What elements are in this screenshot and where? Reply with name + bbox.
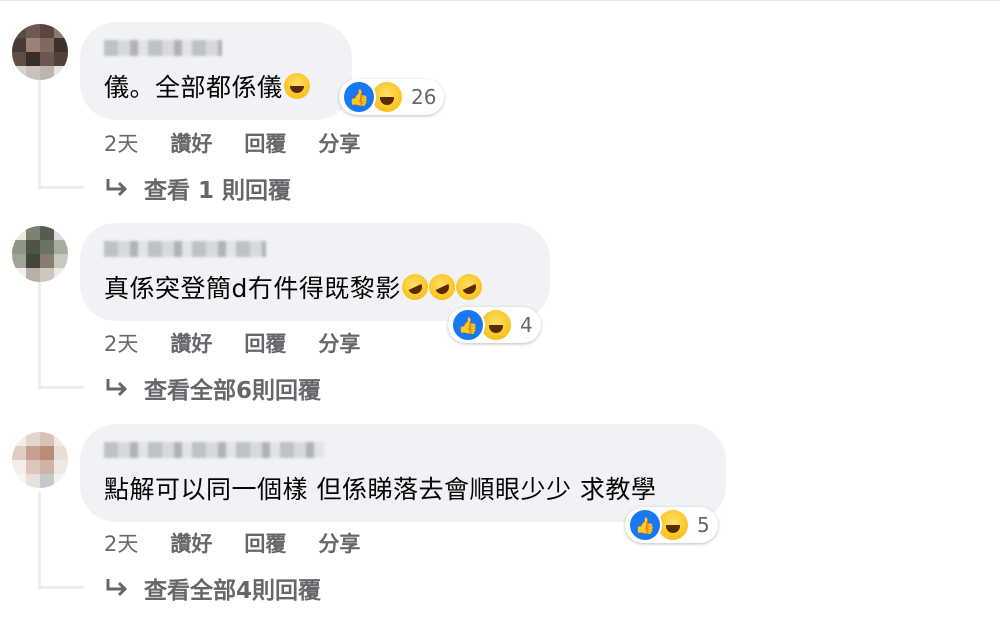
share-button[interactable]: 分享 — [318, 328, 360, 358]
comment-body: 真係突登簡d冇件得既黎影 — [104, 274, 401, 303]
rofl-emoji-icon — [424, 269, 460, 305]
view-replies-label: 查看 1 則回覆 — [144, 178, 292, 204]
like-icon: 👍 — [342, 80, 376, 114]
view-replies-link[interactable]: 查看全部4則回覆 — [104, 571, 321, 605]
comment-time[interactable]: 2天 — [104, 528, 138, 558]
comment-time[interactable]: 2天 — [104, 328, 138, 358]
thread-line — [38, 282, 41, 390]
comment-bubble: 儀。全部都係儀 — [80, 22, 352, 120]
reply-button[interactable]: 回覆 — [244, 528, 286, 558]
laughing-emoji-icon — [283, 73, 310, 99]
reaction-summary[interactable]: 👍 5 — [625, 507, 718, 543]
thread-line — [38, 492, 41, 590]
like-button[interactable]: 讚好 — [170, 128, 212, 158]
view-replies-label: 查看全部6則回覆 — [144, 378, 322, 404]
reaction-summary[interactable]: 👍 4 — [448, 307, 541, 343]
reply-button[interactable]: 回覆 — [244, 328, 286, 358]
view-replies-link[interactable]: 查看全部6則回覆 — [104, 371, 321, 405]
avatar[interactable] — [12, 226, 68, 282]
comment-text: 儀。全部都係儀 — [104, 72, 310, 104]
avatar[interactable] — [12, 432, 68, 488]
thread-line — [38, 386, 84, 389]
thread-line — [38, 586, 84, 589]
reply-arrow-icon — [106, 379, 128, 397]
reaction-summary[interactable]: 👍 26 — [339, 79, 445, 115]
rofl-emoji-icon — [397, 269, 433, 305]
commenter-name-blurred[interactable] — [104, 40, 222, 56]
comment-body: 點解可以同一個樣 但係睇落去會順眼少少 求教學 — [104, 475, 657, 504]
comment-text: 真係突登簡d冇件得既黎影 — [104, 269, 487, 305]
reply-arrow-icon — [106, 179, 128, 197]
comment-actions: 2天 讚好 回覆 分享 — [104, 128, 392, 158]
comment-time[interactable]: 2天 — [104, 128, 138, 158]
reply-button[interactable]: 回覆 — [244, 128, 286, 158]
comment-actions: 2天 讚好 回覆 分享 — [104, 328, 392, 358]
like-icon: 👍 — [628, 508, 662, 542]
comment-bubble: 點解可以同一個樣 但係睇落去會順眼少少 求教學 — [80, 424, 726, 522]
commenter-name-blurred[interactable] — [104, 442, 324, 458]
view-replies-label: 查看全部4則回覆 — [144, 578, 322, 604]
thread-line — [38, 186, 84, 189]
comment-body: 儀。全部都係儀 — [104, 73, 283, 102]
rofl-emoji-icon — [451, 269, 487, 305]
share-button[interactable]: 分享 — [318, 128, 360, 158]
reaction-count: 4 — [520, 313, 533, 337]
reply-arrow-icon — [106, 579, 128, 597]
avatar[interactable] — [12, 24, 68, 80]
share-button[interactable]: 分享 — [318, 528, 360, 558]
commenter-name-blurred[interactable] — [104, 241, 266, 257]
view-replies-link[interactable]: 查看 1 則回覆 — [104, 171, 291, 205]
like-icon: 👍 — [451, 308, 485, 342]
thread-line — [38, 80, 41, 190]
comment-text: 點解可以同一個樣 但係睇落去會順眼少少 求教學 — [104, 474, 656, 506]
comment-actions: 2天 讚好 回覆 分享 — [104, 528, 392, 558]
like-button[interactable]: 讚好 — [170, 528, 212, 558]
like-button[interactable]: 讚好 — [170, 328, 212, 358]
reaction-count: 26 — [411, 85, 437, 109]
reaction-count: 5 — [697, 513, 710, 537]
top-divider — [0, 0, 1000, 1]
